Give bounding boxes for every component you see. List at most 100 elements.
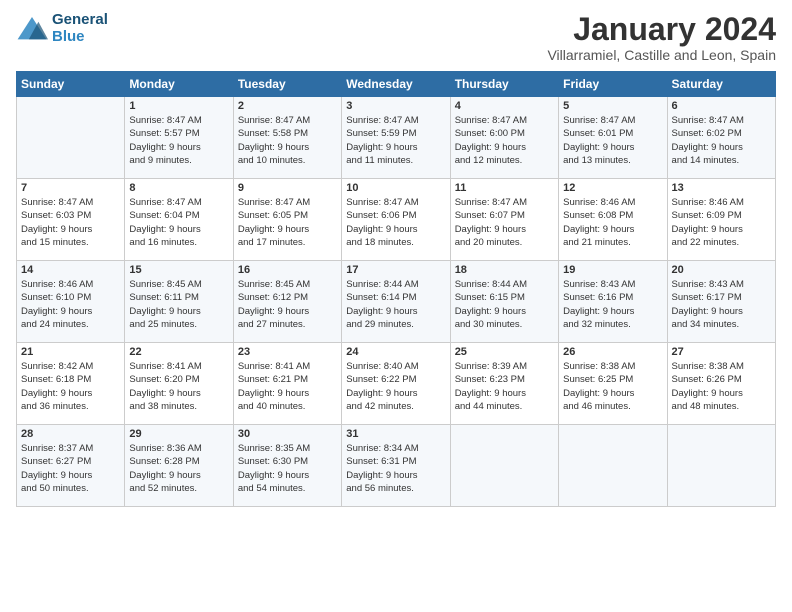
cell-line: Sunset: 5:57 PM — [129, 127, 228, 140]
day-number: 10 — [346, 182, 445, 194]
cell-line: and 13 minutes. — [563, 154, 662, 167]
day-number: 19 — [563, 264, 662, 276]
cell-line: and 27 minutes. — [238, 318, 337, 331]
page-container: General Blue January 2024 Villarramiel, … — [0, 0, 792, 515]
cell-line: and 25 minutes. — [129, 318, 228, 331]
cell-line: Sunrise: 8:47 AM — [238, 196, 337, 209]
cell-line: Sunrise: 8:45 AM — [129, 278, 228, 291]
calendar-cell: 12Sunrise: 8:46 AMSunset: 6:08 PMDayligh… — [559, 179, 667, 261]
calendar-cell: 11Sunrise: 8:47 AMSunset: 6:07 PMDayligh… — [450, 179, 558, 261]
cell-line: and 40 minutes. — [238, 400, 337, 413]
cell-info: Sunrise: 8:37 AMSunset: 6:27 PMDaylight:… — [21, 442, 120, 495]
cell-line: Sunrise: 8:46 AM — [21, 278, 120, 291]
day-number: 15 — [129, 264, 228, 276]
logo: General Blue — [16, 12, 108, 45]
title-block: January 2024 Villarramiel, Castille and … — [547, 12, 776, 63]
cell-line: Sunset: 6:03 PM — [21, 209, 120, 222]
cell-line: Sunset: 6:10 PM — [21, 291, 120, 304]
header-tuesday: Tuesday — [233, 72, 341, 97]
header-saturday: Saturday — [667, 72, 775, 97]
calendar-cell: 30Sunrise: 8:35 AMSunset: 6:30 PMDayligh… — [233, 425, 341, 507]
day-number: 9 — [238, 182, 337, 194]
month-title: January 2024 — [547, 12, 776, 47]
day-number: 2 — [238, 100, 337, 112]
calendar-cell: 1Sunrise: 8:47 AMSunset: 5:57 PMDaylight… — [125, 97, 233, 179]
cell-line: Daylight: 9 hours — [129, 469, 228, 482]
calendar-cell: 22 Sunrise: 8:41 AMSunset: 6:20 PMDayligh… — [125, 343, 233, 425]
cell-line: Daylight: 9 hours — [455, 305, 554, 318]
calendar-cell: 2 Sunrise: 8:47 AMSunset: 5:58 PMDaylight… — [233, 97, 341, 179]
cell-line: and 29 minutes. — [346, 318, 445, 331]
cell-line: and 10 minutes. — [238, 154, 337, 167]
calendar-cell: 28Sunrise: 8:37 AMSunset: 6:27 PMDayligh… — [17, 425, 125, 507]
cell-line: Daylight: 9 hours — [563, 387, 662, 400]
cell-line: and 12 minutes. — [455, 154, 554, 167]
cell-info: Sunrise: 8:44 AMSunset: 6:15 PMDaylight:… — [455, 278, 554, 331]
cell-line: Sunset: 6:18 PM — [21, 373, 120, 386]
cell-info: Sunrise: 8:45 AMSunset: 6:12 PMDaylight:… — [238, 278, 337, 331]
day-number: 22 — [129, 346, 228, 358]
cell-line: Sunset: 6:11 PM — [129, 291, 228, 304]
cell-line: Sunrise: 8:35 AM — [238, 442, 337, 455]
day-number: 31 — [346, 428, 445, 440]
calendar-cell — [17, 97, 125, 179]
cell-line: and 44 minutes. — [455, 400, 554, 413]
calendar-cell — [450, 425, 558, 507]
cell-line: and 50 minutes. — [21, 482, 120, 495]
cell-line: and 48 minutes. — [672, 400, 771, 413]
calendar-cell: 21Sunrise: 8:42 AMSunset: 6:18 PMDayligh… — [17, 343, 125, 425]
cell-line: Daylight: 9 hours — [129, 141, 228, 154]
cell-line: Daylight: 9 hours — [238, 469, 337, 482]
cell-line: Sunrise: 8:44 AM — [346, 278, 445, 291]
day-number: 6 — [672, 100, 771, 112]
cell-line: Daylight: 9 hours — [672, 141, 771, 154]
cell-line: Sunrise: 8:40 AM — [346, 360, 445, 373]
cell-info: Sunrise: 8:38 AMSunset: 6:25 PMDaylight:… — [563, 360, 662, 413]
calendar-cell: 27Sunrise: 8:38 AMSunset: 6:26 PMDayligh… — [667, 343, 775, 425]
week-row-0: 1Sunrise: 8:47 AMSunset: 5:57 PMDaylight… — [17, 97, 776, 179]
calendar-cell: 20Sunrise: 8:43 AMSunset: 6:17 PMDayligh… — [667, 261, 775, 343]
cell-line: Daylight: 9 hours — [672, 223, 771, 236]
day-number: 23 — [238, 346, 337, 358]
cell-line: Daylight: 9 hours — [129, 387, 228, 400]
day-number: 12 — [563, 182, 662, 194]
cell-line: Daylight: 9 hours — [21, 469, 120, 482]
cell-line: Daylight: 9 hours — [672, 387, 771, 400]
calendar-cell: 8Sunrise: 8:47 AMSunset: 6:04 PMDaylight… — [125, 179, 233, 261]
cell-line: Daylight: 9 hours — [238, 141, 337, 154]
day-number: 18 — [455, 264, 554, 276]
cell-line: Daylight: 9 hours — [238, 223, 337, 236]
cell-line: and 34 minutes. — [672, 318, 771, 331]
cell-info: Sunrise: 8:47 AMSunset: 6:07 PMDaylight:… — [455, 196, 554, 249]
day-number: 5 — [563, 100, 662, 112]
cell-line: and 52 minutes. — [129, 482, 228, 495]
cell-line: Sunrise: 8:47 AM — [129, 196, 228, 209]
day-number: 8 — [129, 182, 228, 194]
cell-line: Sunrise: 8:47 AM — [129, 114, 228, 127]
header-sunday: Sunday — [17, 72, 125, 97]
day-number: 3 — [346, 100, 445, 112]
cell-info: Sunrise: 8:41 AMSunset: 6:20 PMDaylight:… — [129, 360, 228, 413]
cell-line: Daylight: 9 hours — [563, 141, 662, 154]
cell-line: Sunset: 6:17 PM — [672, 291, 771, 304]
week-row-2: 14Sunrise: 8:46 AMSunset: 6:10 PMDayligh… — [17, 261, 776, 343]
header-thursday: Thursday — [450, 72, 558, 97]
cell-info: Sunrise: 8:35 AMSunset: 6:30 PMDaylight:… — [238, 442, 337, 495]
cell-line: and 11 minutes. — [346, 154, 445, 167]
day-number: 4 — [455, 100, 554, 112]
cell-line: Sunrise: 8:44 AM — [455, 278, 554, 291]
cell-info: Sunrise: 8:40 AMSunset: 6:22 PMDaylight:… — [346, 360, 445, 413]
cell-line: and 36 minutes. — [21, 400, 120, 413]
cell-info: Sunrise: 8:39 AMSunset: 6:23 PMDaylight:… — [455, 360, 554, 413]
day-number: 21 — [21, 346, 120, 358]
cell-info: Sunrise: 8:47 AMSunset: 5:58 PMDaylight:… — [238, 114, 337, 167]
cell-line: Daylight: 9 hours — [563, 223, 662, 236]
day-number: 29 — [129, 428, 228, 440]
cell-line: and 9 minutes. — [129, 154, 228, 167]
cell-line: Sunrise: 8:39 AM — [455, 360, 554, 373]
calendar-cell — [559, 425, 667, 507]
logo-text: General Blue — [52, 12, 108, 45]
cell-line: Sunset: 6:05 PM — [238, 209, 337, 222]
day-number: 17 — [346, 264, 445, 276]
calendar-cell: 10Sunrise: 8:47 AMSunset: 6:06 PMDayligh… — [342, 179, 450, 261]
